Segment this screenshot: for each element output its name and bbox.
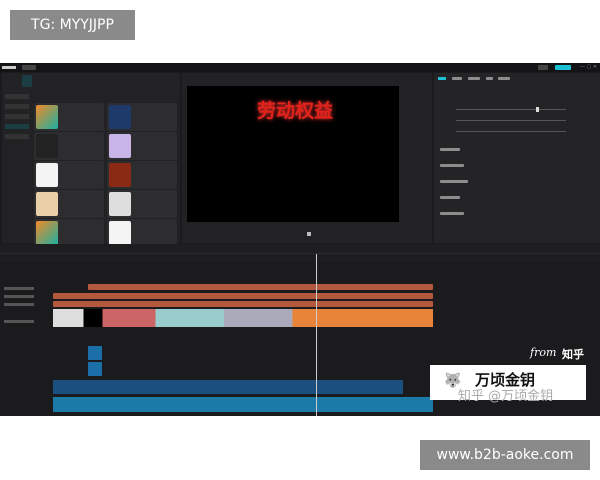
menu-button[interactable] xyxy=(22,65,36,70)
tab[interactable] xyxy=(486,77,493,80)
option-row[interactable] xyxy=(440,164,464,167)
text-clip[interactable] xyxy=(88,284,433,290)
volume-slider[interactable] xyxy=(456,107,566,112)
fade-in-slider[interactable] xyxy=(456,120,566,121)
tab[interactable] xyxy=(468,77,480,80)
track-header xyxy=(4,287,34,290)
media-panel xyxy=(2,73,180,247)
sidebar-item[interactable] xyxy=(5,114,29,119)
top-label: TG: MYYJJPP xyxy=(10,10,135,40)
option-row[interactable] xyxy=(440,212,464,215)
option-row[interactable] xyxy=(440,148,460,151)
music-card[interactable] xyxy=(34,161,104,189)
playhead[interactable] xyxy=(316,254,317,416)
watermark-box: 🐺 万顷金钥 知乎 @万顷金钥 xyxy=(430,365,586,404)
music-track[interactable] xyxy=(53,380,403,394)
music-card[interactable] xyxy=(107,132,177,160)
fade-out-slider[interactable] xyxy=(456,131,566,132)
export-button[interactable] xyxy=(555,65,571,70)
export-settings-button[interactable] xyxy=(538,65,548,70)
track-header xyxy=(4,295,34,298)
tab-audio-active[interactable] xyxy=(22,75,32,87)
video-track[interactable] xyxy=(53,309,433,327)
window-controls[interactable]: — ▢ ✕ xyxy=(580,64,598,70)
sidebar-item[interactable] xyxy=(5,134,29,139)
timeline-toolbar xyxy=(0,244,600,254)
sidebar-item[interactable] xyxy=(5,104,29,109)
music-card[interactable] xyxy=(34,103,104,131)
music-card[interactable] xyxy=(107,103,177,131)
music-card[interactable] xyxy=(107,190,177,218)
preview-title: 劳动权益 xyxy=(257,100,334,122)
audio-clip[interactable] xyxy=(88,346,102,360)
properties-panel xyxy=(434,73,600,243)
option-row[interactable] xyxy=(440,180,468,183)
sidebar-item-active[interactable] xyxy=(5,124,29,129)
music-card[interactable] xyxy=(34,190,104,218)
subtitle-track[interactable] xyxy=(53,301,433,307)
subtitle-track[interactable] xyxy=(53,293,433,299)
tab[interactable] xyxy=(498,77,510,80)
title-bar: — ▢ ✕ xyxy=(0,63,600,72)
player-panel: 劳动权益 xyxy=(182,73,432,243)
music-card[interactable] xyxy=(107,219,177,247)
watermark-handle: 知乎 @万顷金钥 xyxy=(458,389,554,404)
preview-canvas: 劳动权益 xyxy=(187,86,399,222)
tab-basic-active[interactable] xyxy=(438,77,446,80)
voiceover-track[interactable] xyxy=(53,397,433,412)
audio-clip[interactable] xyxy=(88,362,102,376)
video-editor-window: — ▢ ✕ 劳动权益 from 知乎 🐺 万顷金钥 知乎 @万顷金钥 xyxy=(0,63,600,416)
tab[interactable] xyxy=(452,77,462,80)
app-logo xyxy=(2,66,16,69)
watermark-source: 知乎 xyxy=(562,348,584,361)
music-card[interactable] xyxy=(107,161,177,189)
music-card[interactable] xyxy=(34,132,104,160)
option-row[interactable] xyxy=(440,196,460,199)
track-header xyxy=(4,320,34,323)
media-tabs xyxy=(2,73,180,91)
track-header xyxy=(4,303,34,306)
time-ruler xyxy=(0,254,600,262)
sidebar-item[interactable] xyxy=(5,94,29,99)
bottom-label: www.b2b-aoke.com xyxy=(420,440,590,470)
music-card[interactable] xyxy=(34,219,104,247)
play-button[interactable] xyxy=(307,232,311,236)
watermark-from: from xyxy=(530,346,557,359)
